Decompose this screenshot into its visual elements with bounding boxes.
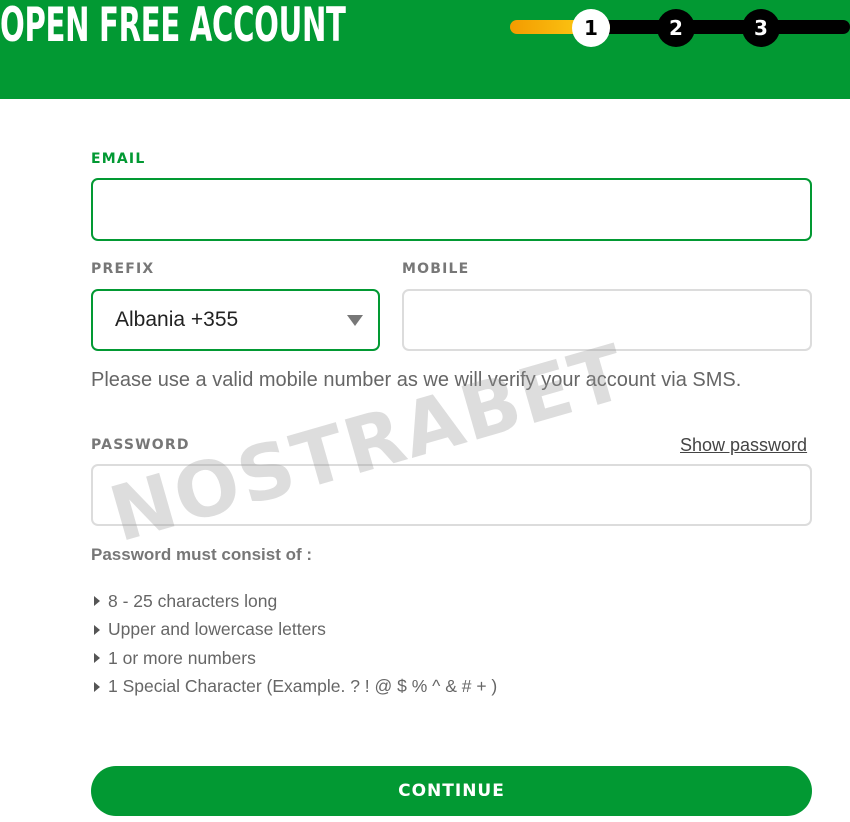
prefix-value: Albania +355 [115, 308, 239, 331]
prefix-label: PREFIX [91, 261, 155, 277]
step-progress: 1 2 3 [510, 8, 850, 48]
step-3: 3 [742, 9, 780, 47]
page-title: OPEN FREE ACCOUNT [0, 0, 346, 53]
header-bar: OPEN FREE ACCOUNT 1 2 3 [0, 0, 850, 99]
show-password-link[interactable]: Show password [680, 435, 807, 456]
step-2: 2 [657, 9, 695, 47]
continue-button[interactable]: CONTINUE [91, 766, 812, 816]
triangle-right-icon [94, 624, 100, 635]
list-item: Upper and lowercase letters [91, 616, 497, 645]
step-1: 1 [572, 9, 610, 47]
password-rules-list: 8 - 25 characters long Upper and lowerca… [91, 587, 497, 701]
mobile-label: MOBILE [402, 261, 470, 277]
email-field[interactable] [91, 178, 812, 241]
rule-text: 1 Special Character (Example. ? ! @ $ % … [108, 676, 498, 697]
rule-text: 1 or more numbers [108, 647, 256, 668]
rule-text: Upper and lowercase letters [108, 619, 326, 640]
triangle-right-icon [94, 596, 100, 607]
triangle-right-icon [94, 681, 100, 692]
chevron-down-icon [347, 315, 363, 326]
rule-text: 8 - 25 characters long [108, 590, 278, 611]
list-item: 1 Special Character (Example. ? ! @ $ % … [91, 673, 497, 702]
password-label: PASSWORD [91, 437, 190, 453]
list-item: 8 - 25 characters long [91, 587, 497, 616]
list-item: 1 or more numbers [91, 644, 497, 673]
triangle-right-icon [94, 653, 100, 664]
email-label: EMAIL [91, 151, 146, 167]
prefix-select[interactable]: Albania +355 [91, 289, 380, 351]
